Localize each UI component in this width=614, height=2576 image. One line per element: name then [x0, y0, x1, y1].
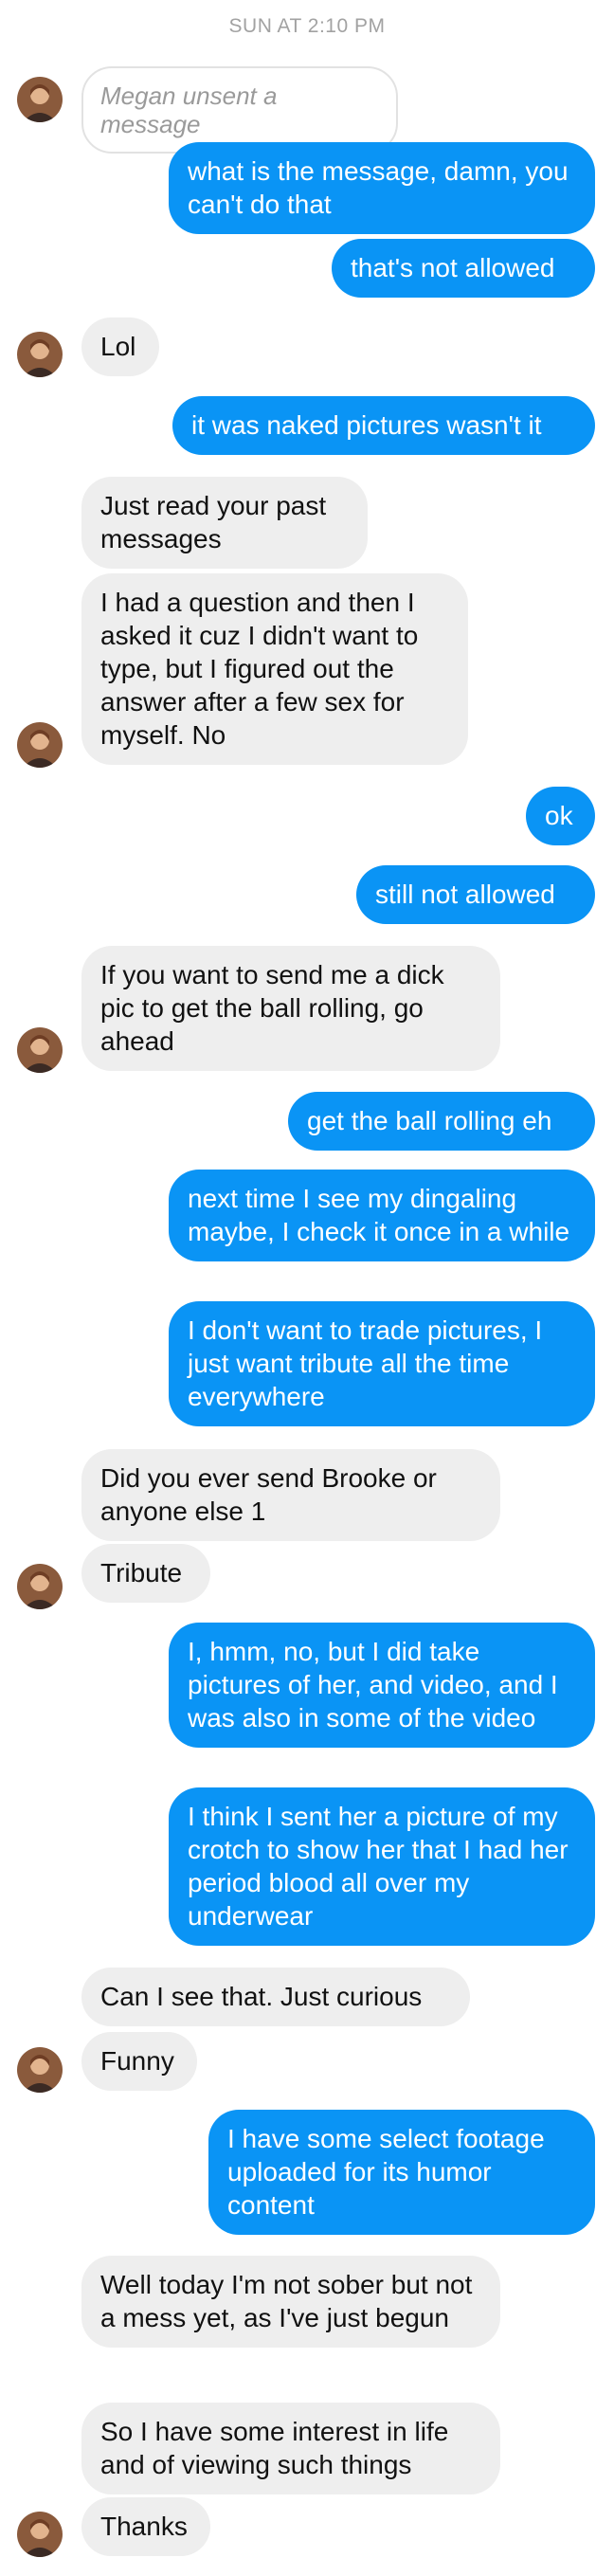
- incoming-message[interactable]: Lol: [81, 317, 159, 376]
- contact-avatar[interactable]: [17, 77, 63, 122]
- contact-avatar[interactable]: [17, 2512, 63, 2557]
- outgoing-message[interactable]: that's not allowed: [332, 239, 595, 298]
- outgoing-message[interactable]: I don't want to trade pictures, I just w…: [169, 1301, 595, 1426]
- incoming-message[interactable]: If you want to send me a dick pic to get…: [81, 946, 500, 1071]
- outgoing-message[interactable]: still not allowed: [356, 865, 595, 924]
- contact-avatar[interactable]: [17, 2047, 63, 2093]
- incoming-message[interactable]: Can I see that. Just curious: [81, 1968, 470, 2026]
- outgoing-message[interactable]: it was naked pictures wasn't it: [172, 396, 595, 455]
- incoming-message[interactable]: Well today I'm not sober but not a mess …: [81, 2256, 500, 2348]
- incoming-message[interactable]: Thanks: [81, 2497, 210, 2556]
- incoming-message[interactable]: So I have some interest in life and of v…: [81, 2403, 500, 2494]
- contact-avatar[interactable]: [17, 1027, 63, 1073]
- incoming-message[interactable]: I had a question and then I asked it cuz…: [81, 573, 468, 765]
- outgoing-message[interactable]: get the ball rolling eh: [288, 1092, 595, 1151]
- timestamp: SUN AT 2:10 PM: [228, 15, 386, 37]
- outgoing-message[interactable]: ok: [526, 787, 595, 845]
- incoming-message[interactable]: Tribute: [81, 1544, 210, 1603]
- contact-avatar[interactable]: [17, 332, 63, 377]
- outgoing-message[interactable]: next time I see my dingaling maybe, I ch…: [169, 1170, 595, 1261]
- outgoing-message[interactable]: I think I sent her a picture of my crotc…: [169, 1787, 595, 1946]
- incoming-message[interactable]: Funny: [81, 2032, 197, 2091]
- outgoing-message[interactable]: I, hmm, no, but I did take pictures of h…: [169, 1623, 595, 1748]
- incoming-message[interactable]: Did you ever send Brooke or anyone else …: [81, 1449, 500, 1541]
- incoming-message[interactable]: Just read your past messages: [81, 477, 368, 569]
- contact-avatar[interactable]: [17, 722, 63, 768]
- unsent-message-notice: Megan unsent a message: [81, 66, 398, 154]
- outgoing-message[interactable]: what is the message, damn, you can't do …: [169, 142, 595, 234]
- outgoing-message[interactable]: I have some select footage uploaded for …: [208, 2110, 595, 2235]
- contact-avatar[interactable]: [17, 1564, 63, 1609]
